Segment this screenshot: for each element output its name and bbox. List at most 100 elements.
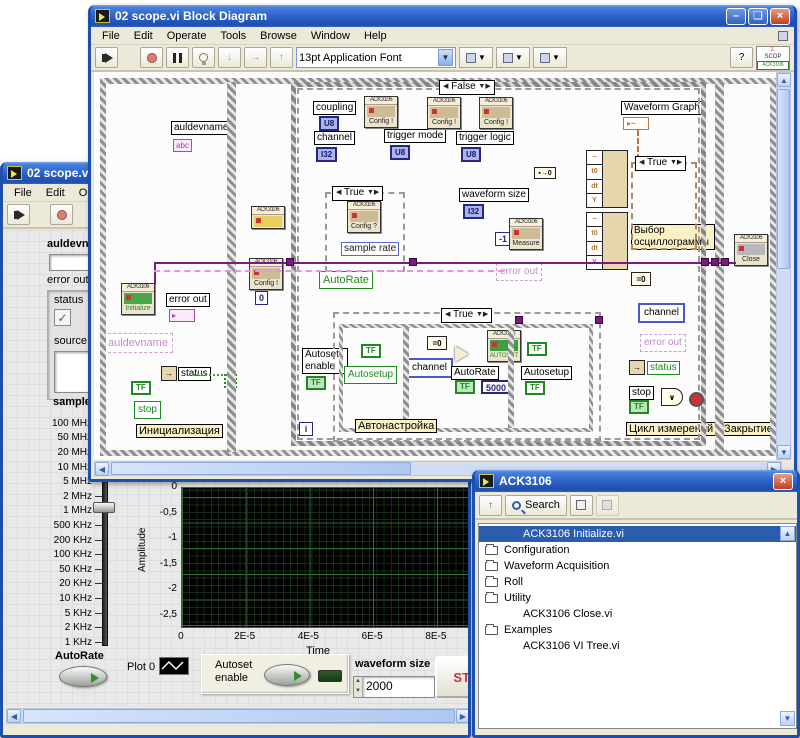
not-gate-icon[interactable] [455,346,469,362]
palette-item[interactable]: Waveform Acquisition [479,558,796,574]
scroll-left-icon[interactable]: ◀ [7,709,21,723]
loop-condition-terminal[interactable] [689,392,704,407]
menu-item[interactable]: Help [357,29,394,43]
reorder-button[interactable]: ▼ [533,47,567,68]
autorate-toggle[interactable] [59,666,107,687]
scroll-right-icon[interactable]: ▶ [456,709,470,723]
unbundle-status-node[interactable]: → [161,366,177,381]
menu-item[interactable]: File [95,29,127,43]
status-led[interactable]: ✓ [54,309,71,326]
align-objects-button[interactable]: ▼ [459,47,493,68]
minimize-button[interactable]: – [726,8,746,25]
waveform-graph-plot[interactable] [181,487,469,628]
run-arrow-icon [17,210,25,220]
palette-item[interactable]: Utility [479,590,796,606]
or-gate-node[interactable]: ∨ [661,388,683,406]
y-tick-label: -1,5 [147,558,177,584]
palette-titlebar[interactable]: ACK3106 × [475,470,797,492]
autoset-enable-toggle[interactable] [264,664,310,686]
block-diagram-vscrollbar[interactable]: ▲ ▼ [776,72,791,460]
equal-zero-node[interactable]: =0 [427,336,447,350]
menu-item[interactable]: Window [304,29,357,43]
maximize-button[interactable]: ❏ [748,8,768,25]
tunnel [721,258,729,266]
up-level-button[interactable]: ↑ [479,495,502,516]
autoset-enable-label: Autoset enable [215,659,263,685]
step-out-button[interactable]: ↑ [270,47,293,68]
scroll-left-icon[interactable]: ◀ [95,462,109,476]
font-selector[interactable]: 13pt Application Font ▼ [296,47,456,68]
palette-item[interactable]: Roll [479,574,796,590]
pause-button[interactable] [166,47,189,68]
case-selector-true[interactable]: ◀ True ▼▶ [441,308,492,323]
tick-mark [95,583,102,584]
step-over-button[interactable]: → [244,47,267,68]
slider-tick: 2 MHz [14,489,102,504]
diagram-canvas[interactable]: ◀ False ▼▶ auldevname abc ACK3106 Initia… [94,72,783,460]
step-over-icon: → [251,52,261,63]
abort-button[interactable] [50,204,73,225]
spinner-arrows[interactable]: ▲▼ [354,677,363,697]
spinner-down-icon[interactable]: ▼ [354,687,362,697]
abort-button[interactable] [140,47,163,68]
block-diagram-titlebar[interactable]: 02 scope.vi Block Diagram – ❏ × [91,5,794,27]
search-button-label: Search [525,499,560,511]
scroll-thumb[interactable] [23,709,455,723]
slider-handle[interactable] [93,502,115,513]
waveform-size-control[interactable]: ▲▼ 2000 [353,676,435,698]
scroll-thumb[interactable] [111,462,411,475]
run-button[interactable] [7,204,30,225]
build-waveform-node[interactable]: ~t0dtY [586,150,628,208]
convert-node[interactable]: ▪→0 [534,167,556,179]
folder-icon [485,594,498,603]
help-button[interactable]: ? [730,47,753,68]
slider-tick: 1 MHz [14,504,102,519]
spinner-up-icon[interactable]: ▲ [354,677,362,687]
case-selector-true[interactable]: ◀ True ▼▶ [332,186,383,201]
status-label: status [54,294,83,306]
menu-item[interactable]: Edit [39,186,72,200]
highlight-execution-button[interactable] [192,47,215,68]
case-selector-true[interactable]: ◀ True ▼▶ [635,156,686,171]
wire-error [154,270,504,272]
palette-window: ACK3106 × ↑ Search ACK3106 Initialize.vi… [472,470,800,738]
run-button[interactable] [95,47,118,68]
menu-item[interactable]: Tools [213,29,253,43]
step-into-button[interactable]: ↓ [218,47,241,68]
case-selector-false[interactable]: ◀ False ▼▶ [439,80,495,95]
tunnel [515,316,523,324]
folder-icon [485,578,498,587]
palette-item[interactable]: ACK3106 Initialize.vi [479,526,796,542]
comment-autotune: Автонастройка [355,419,437,433]
menu-item[interactable]: File [7,186,39,200]
scroll-down-icon[interactable]: ▼ [780,711,795,726]
close-button[interactable]: × [770,8,790,25]
vi-icon: 2. SCOP ACK3106 [756,46,790,70]
plot-legend-sample[interactable] [159,657,189,675]
unbundle-status-node[interactable]: → [629,360,645,375]
palette-item[interactable]: ACK3106 VI Tree.vi [479,638,796,654]
equal-zero-node[interactable]: =0 [631,272,651,286]
menu-item[interactable]: Browse [253,29,304,43]
palette-item[interactable]: ACK3106 Close.vi [479,606,796,622]
search-button[interactable]: Search [505,495,567,516]
scroll-down-icon[interactable]: ▼ [777,445,791,459]
scroll-up-icon[interactable]: ▲ [780,526,795,541]
block-diagram-toolbar: ↓ → ↑ 13pt Application Font ▼ ▼ ▼ ▼ ? 2.… [91,45,794,72]
scroll-thumb[interactable] [777,89,790,269]
x-axis-ticks: 02E-54E-56E-58E-5 [181,631,471,642]
palette-item[interactable]: Configuration [479,542,796,558]
close-button[interactable]: × [773,473,793,490]
menu-item[interactable]: Edit [127,29,160,43]
front-panel-hscrollbar[interactable]: ◀ ▶ [6,708,471,724]
tunnel [711,258,719,266]
palette-item[interactable]: Examples [479,622,796,638]
pin-palette-button[interactable] [596,495,619,516]
menu-item[interactable]: Operate [160,29,214,43]
distribute-objects-button[interactable]: ▼ [496,47,530,68]
scroll-up-icon[interactable]: ▲ [777,73,791,87]
waveform-size-value[interactable]: 2000 [363,677,434,697]
chevron-down-icon[interactable]: ▼ [438,49,453,66]
view-options-button[interactable] [570,495,593,516]
stop-button[interactable]: STOP [435,656,471,698]
